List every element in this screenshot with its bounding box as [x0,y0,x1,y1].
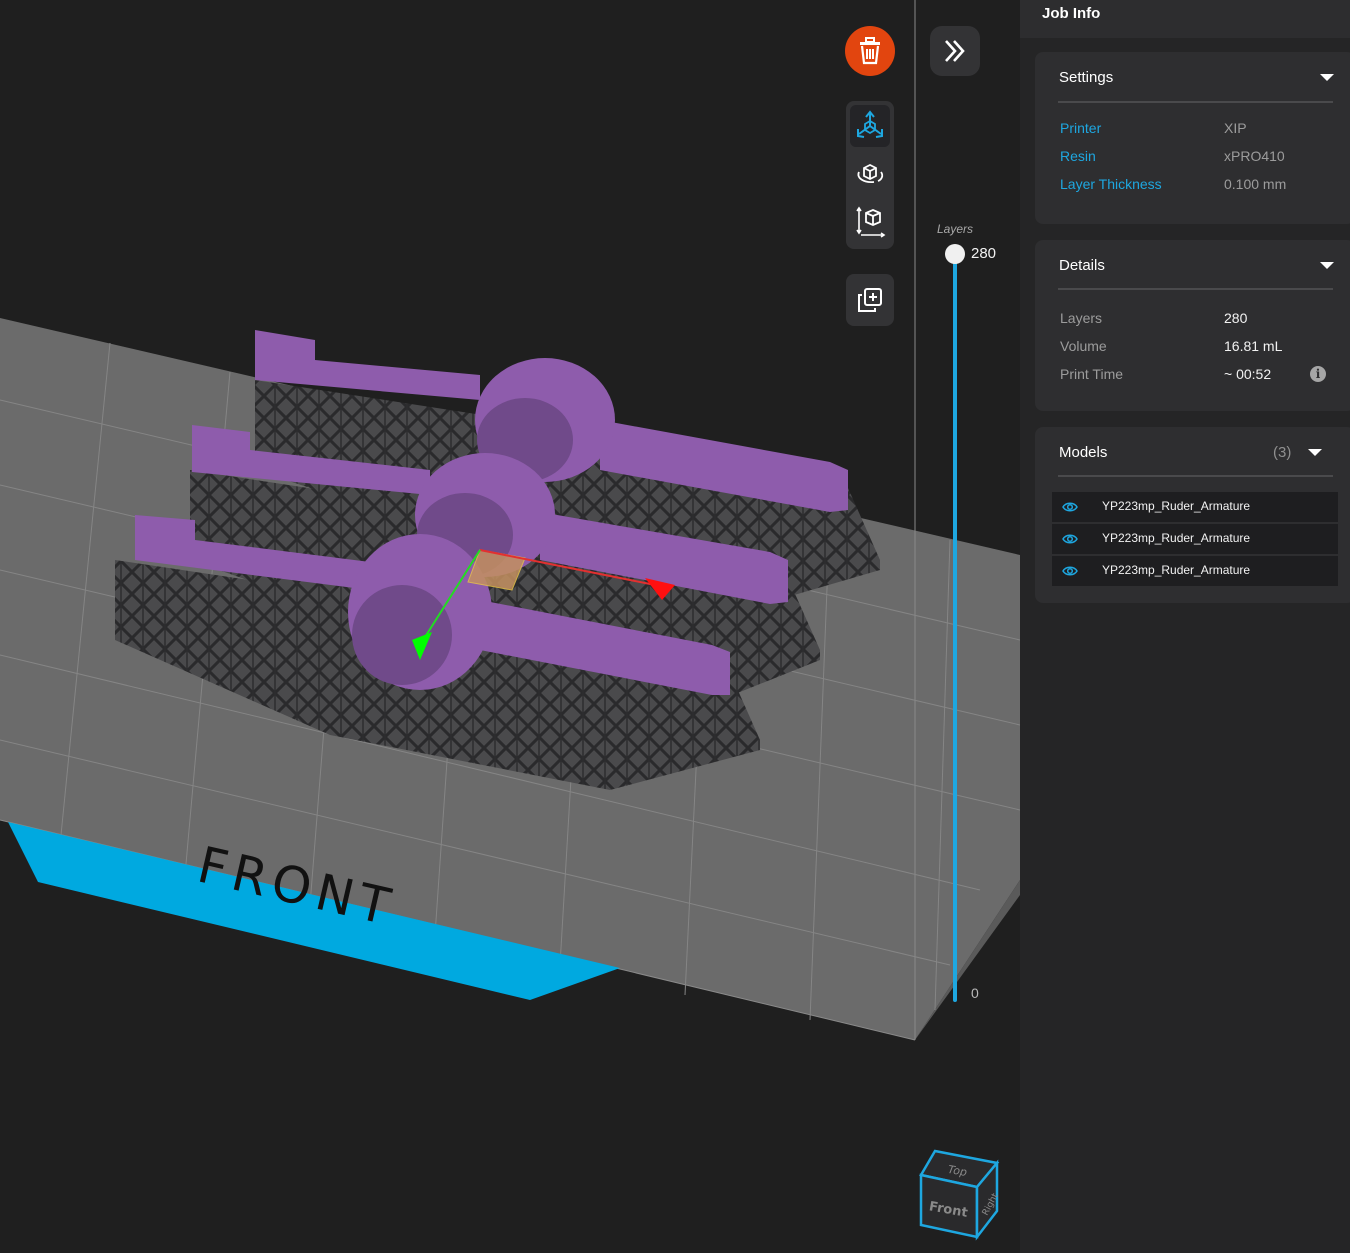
settings-card: Settings Printer XIP Resin xPRO410 Layer… [1035,52,1350,224]
eye-icon[interactable] [1062,500,1078,514]
layers-slider-thumb[interactable] [945,244,965,264]
layer-thickness-value: 0.100 mm [1224,176,1287,192]
model-name: YP223mp_Ruder_Armature [1102,563,1251,577]
model-list-item[interactable]: YP223mp_Ruder_Armature [1052,524,1338,554]
resin-value: xPRO410 [1224,148,1285,164]
printer-value: XIP [1224,120,1247,136]
rotate-tool-button[interactable] [850,153,890,195]
info-icon[interactable]: i [1310,366,1326,382]
job-info-header: Job Info [1020,0,1350,38]
volume-value: 16.81 mL [1224,338,1283,354]
model-list-item[interactable]: YP223mp_Ruder_Armature [1052,492,1338,522]
eye-icon[interactable] [1062,564,1078,578]
chevron-down-icon[interactable] [1308,449,1322,456]
chevron-down-icon[interactable] [1320,74,1334,81]
layers-label: Layers [1060,310,1103,326]
move-tool-button[interactable] [850,105,890,147]
print-time-label: Print Time [1060,366,1124,382]
job-info-panel: Job Info Settings Printer XIP Resin xPRO… [1020,0,1350,1253]
double-chevron-right-icon [945,40,965,62]
printer-label[interactable]: Printer [1060,120,1101,136]
scale-cube-icon [856,206,886,238]
details-card: Details Layers 280 Volume 16.81 mL Print… [1035,240,1350,411]
model-list-item[interactable]: YP223mp_Ruder_Armature [1052,556,1338,586]
volume-label: Volume [1060,338,1107,354]
scale-tool-button[interactable] [850,201,890,243]
trash-icon [860,37,880,65]
transform-tools [846,101,894,249]
model-name: YP223mp_Ruder_Armature [1102,499,1251,513]
layers-slider-top-value: 280 [971,245,997,262]
models-title[interactable]: Models [1059,444,1107,461]
layers-value: 280 [1224,310,1248,326]
rotate-cube-icon [857,163,884,184]
layers-slider-bottom-value: 0 [971,985,979,1001]
divider [1058,101,1333,103]
divider [1058,475,1333,477]
resin-label[interactable]: Resin [1060,148,1096,164]
move-axes-icon [857,110,883,138]
view-cube[interactable]: Top Front Right [915,1145,1005,1245]
models-count: (3) [1273,444,1292,461]
model-name: YP223mp_Ruder_Armature [1102,531,1251,545]
divider [1058,288,1333,290]
chevron-down-icon[interactable] [1320,262,1334,269]
layers-slider-track[interactable] [953,252,957,1002]
layers-slider-label: Layers [936,222,974,236]
3d-viewport[interactable]: FRONT Layers 280 0 Top Front Right [0,0,1020,1253]
duplicate-button[interactable] [846,274,894,326]
job-info-title: Job Info [1042,5,1101,22]
eye-icon[interactable] [1062,532,1078,546]
print-time-value: ~ 00:52 [1224,366,1272,382]
duplicate-icon [858,288,882,312]
models-card: Models (3) YP223mp_Ruder_Armature YP223m… [1035,427,1350,603]
details-title[interactable]: Details [1059,257,1105,274]
delete-button[interactable] [845,26,895,76]
collapse-panel-button[interactable] [930,26,980,76]
settings-title[interactable]: Settings [1059,69,1113,86]
layer-thickness-label[interactable]: Layer Thickness [1060,176,1162,192]
